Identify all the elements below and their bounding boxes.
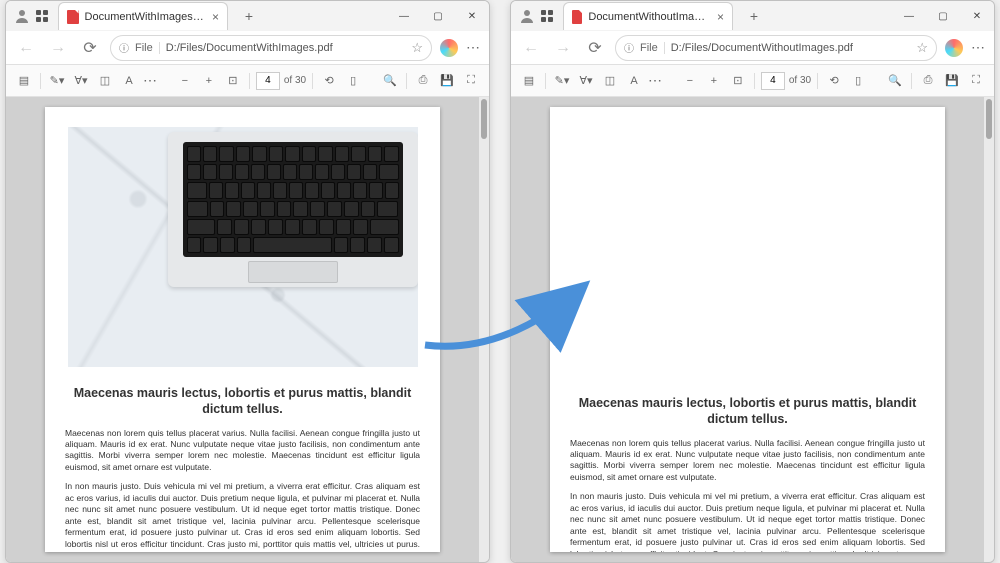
titlebar: DocumentWithImages.pdf × + — ▢ ✕ (6, 1, 489, 31)
site-info-icon[interactable]: ⓘ (119, 40, 129, 55)
tab-title: DocumentWithoutImages.pdf (588, 11, 711, 23)
new-tab-button[interactable]: + (238, 5, 260, 27)
document-heading: Maecenas mauris lectus, lobortis et puru… (570, 395, 925, 428)
profile-icon[interactable] (14, 8, 30, 24)
zoom-out-button[interactable]: − (680, 71, 700, 91)
document-image (68, 127, 418, 367)
page-view-button[interactable]: ▯ (343, 71, 363, 91)
search-icon[interactable]: 🔍 (885, 71, 905, 91)
save-button[interactable]: 💾 (437, 71, 457, 91)
minimize-button[interactable]: — (892, 1, 926, 31)
maximize-button[interactable]: ▢ (926, 1, 960, 31)
document-viewport: Maecenas mauris lectus, lobortis et puru… (6, 97, 489, 562)
address-bar-row: ← → ⟳ ⓘ File D:/Files/DocumentWithImages… (6, 31, 489, 65)
document-paragraph: In non mauris justo. Duis vehicula mi ve… (65, 481, 420, 552)
print-button[interactable]: ⎙ (413, 71, 433, 91)
contents-icon[interactable]: ▤ (519, 71, 539, 91)
print-button[interactable]: ⎙ (918, 71, 938, 91)
fit-page-button[interactable]: ⊡ (223, 71, 243, 91)
new-tab-button[interactable]: + (743, 5, 765, 27)
save-button[interactable]: 💾 (942, 71, 962, 91)
url-scheme-label: File (135, 42, 160, 54)
erase-icon[interactable]: ◫ (95, 71, 115, 91)
text-icon[interactable]: A (624, 71, 644, 91)
menu-button[interactable]: ⋯ (971, 39, 986, 56)
tab-title: DocumentWithImages.pdf (85, 11, 206, 23)
document-heading: Maecenas mauris lectus, lobortis et puru… (65, 385, 420, 418)
rotate-button[interactable]: ⟲ (319, 71, 339, 91)
address-bar-row: ← → ⟳ ⓘ File D:/Files/DocumentWithoutIma… (511, 31, 994, 65)
vertical-scrollbar[interactable] (984, 97, 994, 562)
favorite-button[interactable]: ☆ (411, 40, 423, 56)
highlight-icon[interactable]: ∀▾ (71, 71, 91, 91)
zoom-out-button[interactable]: − (175, 71, 195, 91)
pdf-more-button[interactable]: ⋯ (648, 72, 663, 89)
reload-button[interactable]: ⟳ (78, 36, 102, 60)
draw-icon[interactable]: ✎▾ (47, 71, 67, 91)
reload-button[interactable]: ⟳ (583, 36, 607, 60)
browser-window-left: DocumentWithImages.pdf × + — ▢ ✕ ← → ⟳ ⓘ… (5, 0, 490, 563)
tab-close-button[interactable]: × (212, 10, 219, 24)
document-paragraph: Maecenas non lorem quis tellus placerat … (65, 428, 420, 474)
erase-icon[interactable]: ◫ (600, 71, 620, 91)
favorite-button[interactable]: ☆ (916, 40, 928, 56)
page-number-input[interactable] (256, 72, 280, 90)
workspaces-icon[interactable] (539, 8, 555, 24)
address-input[interactable]: ⓘ File D:/Files/DocumentWithoutImages.pd… (615, 35, 937, 61)
url-text: D:/Files/DocumentWithImages.pdf (166, 42, 406, 54)
contents-icon[interactable]: ▤ (14, 71, 34, 91)
document-viewport: Maecenas mauris lectus, lobortis et puru… (511, 97, 994, 562)
search-icon[interactable]: 🔍 (380, 71, 400, 91)
rotate-button[interactable]: ⟲ (824, 71, 844, 91)
fit-page-button[interactable]: ⊡ (728, 71, 748, 91)
site-info-icon[interactable]: ⓘ (624, 40, 634, 55)
pdf-more-button[interactable]: ⋯ (143, 72, 158, 89)
page-number-input[interactable] (761, 72, 785, 90)
forward-button: → (551, 36, 575, 60)
pdf-toolbar: ▤ ✎▾ ∀▾ ◫ A ⋯ − + ⊡ of 30 ⟲ ▯ 🔍 ⎙ 💾 ⛶ (511, 65, 994, 97)
document-paragraph: In non mauris justo. Duis vehicula mi ve… (570, 491, 925, 552)
url-scheme-label: File (640, 42, 665, 54)
close-window-button[interactable]: ✕ (455, 1, 489, 31)
copilot-icon[interactable] (440, 39, 458, 57)
full-screen-button[interactable]: ⛶ (966, 71, 986, 91)
full-screen-button[interactable]: ⛶ (461, 71, 481, 91)
browser-tab[interactable]: DocumentWithImages.pdf × (58, 2, 228, 30)
back-button[interactable]: ← (14, 36, 38, 60)
pdf-toolbar: ▤ ✎▾ ∀▾ ◫ A ⋯ − + ⊡ of 30 ⟲ ▯ 🔍 ⎙ 💾 ⛶ (6, 65, 489, 97)
back-button[interactable]: ← (519, 36, 543, 60)
vertical-scrollbar[interactable] (479, 97, 489, 562)
close-window-button[interactable]: ✕ (960, 1, 994, 31)
maximize-button[interactable]: ▢ (421, 1, 455, 31)
text-icon[interactable]: A (119, 71, 139, 91)
titlebar: DocumentWithoutImages.pdf × + — ▢ ✕ (511, 1, 994, 31)
page-total-label: of 30 (789, 75, 811, 86)
copilot-icon[interactable] (945, 39, 963, 57)
document-paragraph: Maecenas non lorem quis tellus placerat … (570, 438, 925, 484)
pdf-file-icon (572, 10, 582, 24)
browser-window-right: DocumentWithoutImages.pdf × + — ▢ ✕ ← → … (510, 0, 995, 563)
menu-button[interactable]: ⋯ (466, 39, 481, 56)
pdf-page: Maecenas mauris lectus, lobortis et puru… (45, 107, 440, 552)
profile-icon[interactable] (519, 8, 535, 24)
tab-close-button[interactable]: × (717, 10, 724, 24)
zoom-in-button[interactable]: + (704, 71, 724, 91)
highlight-icon[interactable]: ∀▾ (576, 71, 596, 91)
url-text: D:/Files/DocumentWithoutImages.pdf (671, 42, 911, 54)
zoom-in-button[interactable]: + (199, 71, 219, 91)
browser-tab[interactable]: DocumentWithoutImages.pdf × (563, 2, 733, 30)
pdf-page: Maecenas mauris lectus, lobortis et puru… (550, 107, 945, 552)
forward-button: → (46, 36, 70, 60)
draw-icon[interactable]: ✎▾ (552, 71, 572, 91)
page-total-label: of 30 (284, 75, 306, 86)
page-view-button[interactable]: ▯ (848, 71, 868, 91)
pdf-file-icon (67, 10, 79, 24)
workspaces-icon[interactable] (34, 8, 50, 24)
minimize-button[interactable]: — (387, 1, 421, 31)
address-input[interactable]: ⓘ File D:/Files/DocumentWithImages.pdf ☆ (110, 35, 432, 61)
